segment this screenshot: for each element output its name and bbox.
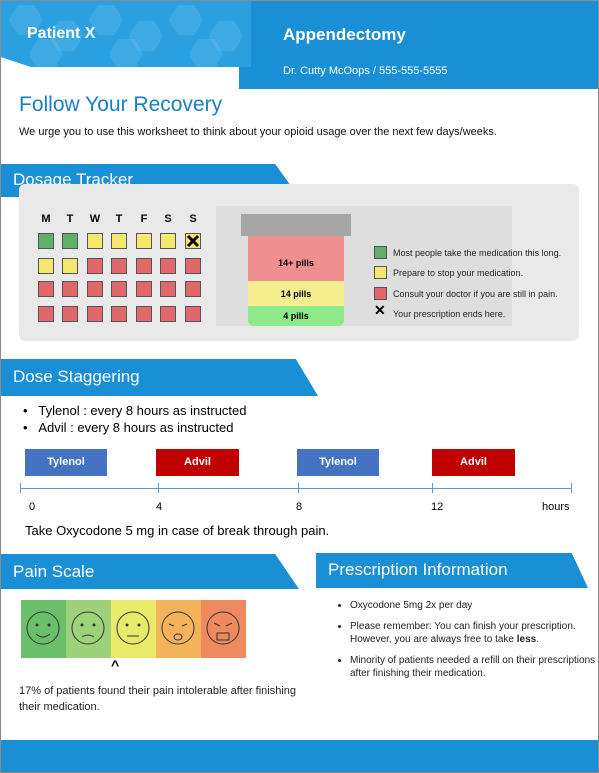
timeline-tick (298, 483, 299, 493)
calendar-day-cell (87, 233, 103, 249)
weekday-label: T (115, 213, 123, 225)
face-neutral-icon (111, 600, 156, 658)
bullet-advil: • Advil : every 8 hours as instructed (23, 420, 234, 435)
calendar-day-cell (185, 306, 201, 322)
legend-red-swatch (374, 287, 387, 300)
timeline-label: 12 (431, 501, 444, 513)
dose-block-advil: Advil (156, 449, 239, 476)
calendar-day-cell (38, 306, 54, 322)
timeline-label: 4 (156, 501, 163, 513)
face-slight-frown-icon (66, 600, 111, 658)
pain-scale-faces (21, 600, 247, 658)
calendar-day-cell (136, 233, 152, 249)
face-screaming-icon (201, 600, 246, 658)
calendar-day-cell (87, 306, 103, 322)
calendar-day-cell (111, 258, 127, 274)
stagger-section-title: Dose Staggering (13, 367, 140, 386)
calendar-day-cell (111, 233, 127, 249)
weekday-label: S (189, 213, 197, 225)
rx-item: Please remember: You can finish your pre… (350, 620, 598, 646)
timeline-unit: hours (542, 501, 570, 513)
patient-name: Patient X (27, 25, 96, 42)
procedure-title: Appendectomy (283, 25, 406, 44)
oxycodone-note: Take Oxycodone 5 mg in case of break thr… (25, 523, 330, 538)
rx-section-title: Prescription Information (328, 560, 508, 579)
page-title: Follow Your Recovery (19, 93, 223, 116)
footer-bar (1, 740, 598, 772)
calendar-day-cell (62, 306, 78, 322)
weekday-label: W (89, 213, 101, 225)
doctor-contact: Dr. Cutty McOops / 555-555-5555 (283, 65, 448, 77)
weekday-label: M (41, 213, 51, 225)
calendar-day-cell (136, 258, 152, 274)
calendar-day-cell (87, 258, 103, 274)
worksheet-page: Patient X Appendectomy Dr. Cutty McOops … (0, 0, 599, 773)
bottle-red-level: 14+ pills (248, 236, 344, 281)
timeline-label: 8 (296, 501, 303, 513)
dose-block-advil: Advil (432, 449, 515, 476)
bottle-bottom-label: 4 pills (283, 311, 309, 321)
calendar-day-cell (136, 281, 152, 297)
calendar-day-cell (185, 281, 201, 297)
legend-yellow-text: Prepare to stop your medication. (393, 268, 524, 278)
bottle-yellow-level: 14 pills (248, 281, 344, 306)
dose-block-tylenol: Tylenol (297, 449, 379, 476)
rx-item: Minority of patients needed a refill on … (350, 654, 598, 680)
face-happy-icon (21, 600, 66, 658)
legend-green-text: Most people take the medication this lon… (393, 248, 562, 258)
legend-green-swatch (374, 246, 387, 259)
calendar-day-cell (87, 281, 103, 297)
bullet-tylenol: • Tylenol : every 8 hours as instructed (23, 403, 247, 418)
timeline-tick (432, 483, 433, 493)
stagger-bullet-list: • Tylenol : every 8 hours as instructed … (23, 403, 247, 437)
calendar-day-cell (136, 306, 152, 322)
bottle-green-level: 4 pills (248, 306, 344, 326)
calendar-day-cell (38, 258, 54, 274)
calendar-day-cell (38, 233, 54, 249)
prescription-end-x-icon (185, 233, 201, 249)
timeline-axis (20, 488, 572, 489)
dose-block-tylenol: Tylenol (25, 449, 107, 476)
rx-section-banner: Prescription Information (316, 553, 588, 588)
calendar-day-cell (160, 258, 176, 274)
weekday-label: S (164, 213, 172, 225)
weekday-label: F (140, 213, 148, 225)
rx-item: Oxycodone 5mg 2x per day (350, 599, 598, 612)
intro-text: We urge you to use this worksheet to thi… (19, 126, 497, 138)
legend-x-text: Your prescription ends here. (393, 309, 506, 319)
calendar-day-cell (38, 281, 54, 297)
pain-statistic: 17% of patients found their pain intoler… (19, 685, 297, 713)
timeline-label: 0 (29, 501, 36, 513)
calendar-day-cell (62, 258, 78, 274)
calendar-day-cell (62, 281, 78, 297)
legend-yellow-swatch (374, 266, 387, 279)
timeline-tick (158, 483, 159, 493)
weekday-label: T (66, 213, 74, 225)
calendar-day-cell (111, 281, 127, 297)
timeline-tick (20, 483, 21, 493)
stagger-section-banner: Dose Staggering (1, 359, 318, 396)
calendar-day-cell (62, 233, 78, 249)
calendar-day-cell (160, 281, 176, 297)
calendar-day-cell (160, 306, 176, 322)
calendar-day-cell (111, 306, 127, 322)
pain-marker-caret-icon: ^ (111, 657, 120, 673)
bottle-middle-label: 14 pills (280, 289, 312, 299)
face-crying-icon (156, 600, 201, 658)
timeline-tick (571, 483, 572, 493)
pill-bottle-cap (241, 214, 351, 236)
bottle-top-label: 14+ pills (278, 258, 314, 268)
pain-section-banner: Pain Scale (1, 554, 299, 589)
x-mark-icon: ✕ (374, 302, 386, 318)
pain-section-title: Pain Scale (13, 562, 95, 581)
calendar-day-cell (185, 258, 201, 274)
legend-red-text: Consult your doctor if you are still in … (393, 289, 558, 299)
calendar-day-cell (160, 233, 176, 249)
rx-info-list: Oxycodone 5mg 2x per day Please remember… (336, 599, 598, 688)
